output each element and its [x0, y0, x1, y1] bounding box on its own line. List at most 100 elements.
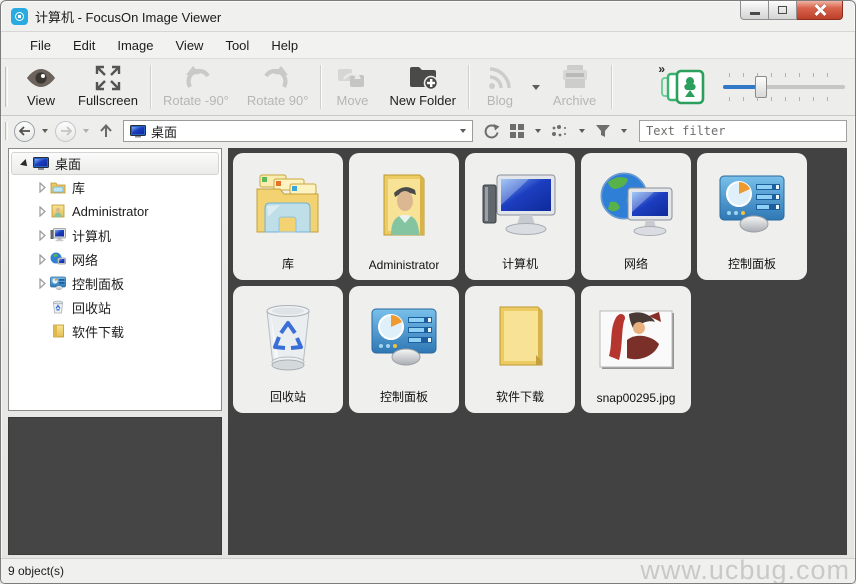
tile-control-panel[interactable]: 控制面板	[697, 153, 807, 280]
tile-libraries[interactable]: 库	[233, 153, 343, 280]
tile-label: 软件下载	[496, 388, 544, 405]
view-button[interactable]: View	[13, 61, 69, 113]
blog-button[interactable]: Blog	[472, 61, 528, 113]
recycle-bin-icon	[233, 286, 343, 388]
tree-collapsed-arrow-icon[interactable]	[35, 254, 49, 265]
fullscreen-icon	[95, 65, 121, 91]
tile-grid: 库 Administrator	[230, 150, 845, 416]
thumbnail-size-slider[interactable]	[723, 67, 845, 107]
chevron-down-icon	[42, 129, 48, 133]
tree-item-label: 网络	[72, 250, 98, 269]
new-folder-button-label: New Folder	[389, 93, 455, 108]
view-mode-button[interactable]	[506, 121, 528, 141]
chevron-down-icon	[579, 129, 585, 133]
minimize-icon	[750, 12, 760, 15]
tree-collapsed-arrow-icon[interactable]	[35, 206, 49, 217]
main-area: 桌面 库 Administrator	[1, 146, 855, 558]
tree-item-label: 控制面板	[72, 274, 124, 293]
move-button-label: Move	[337, 93, 369, 108]
menu-image[interactable]: Image	[106, 34, 164, 57]
tree-item-libraries[interactable]: 库	[9, 175, 221, 199]
slider-ticks	[729, 97, 841, 101]
menu-bar: File Edit Image View Tool Help	[1, 31, 855, 58]
move-folders-icon	[336, 65, 368, 91]
close-button[interactable]	[797, 1, 843, 20]
location-combobox[interactable]: 桌面	[123, 120, 473, 142]
tree-item-computer[interactable]: 计算机	[9, 223, 221, 247]
close-icon	[814, 4, 826, 16]
app-logo-icon	[11, 8, 28, 25]
fullscreen-button-label: Fullscreen	[78, 93, 138, 108]
tile-administrator[interactable]: Administrator	[349, 153, 459, 280]
tree-item-label: 库	[72, 178, 85, 197]
view-mode-dropdown[interactable]	[531, 129, 545, 133]
refresh-button[interactable]	[480, 121, 503, 142]
tree-item-administrator[interactable]: Administrator	[9, 199, 221, 223]
tree-item-desktop[interactable]: 桌面	[11, 152, 219, 175]
archive-button[interactable]: Archive	[544, 61, 605, 113]
recycle-bin-icon	[49, 299, 67, 315]
rotate-cw-button[interactable]: Rotate 90°	[238, 61, 318, 113]
menu-help[interactable]: Help	[260, 34, 309, 57]
libraries-icon	[233, 153, 343, 255]
tree-item-network[interactable]: 网络	[9, 247, 221, 271]
sort-button[interactable]	[548, 122, 572, 140]
menu-edit[interactable]: Edit	[62, 34, 106, 57]
tile-snap-image[interactable]: snap00295.jpg	[581, 286, 691, 413]
sort-dropdown[interactable]	[575, 129, 589, 133]
menu-tool[interactable]: Tool	[214, 34, 260, 57]
move-button[interactable]: Move	[324, 61, 380, 113]
new-folder-icon	[407, 63, 439, 91]
addressbar-gripper[interactable]	[5, 122, 8, 140]
text-filter-input[interactable]	[639, 120, 847, 142]
tree-item-control-panel[interactable]: 控制面板	[9, 271, 221, 295]
tree-expanded-arrow-icon[interactable]	[18, 161, 32, 167]
toolbar-overflow-button[interactable]: »	[658, 62, 665, 76]
minimize-button[interactable]	[740, 1, 769, 20]
control-panel-icon	[49, 275, 67, 291]
tile-software-downloads[interactable]: 软件下载	[465, 286, 575, 413]
toolbar-separator	[320, 65, 321, 109]
filter-dropdown[interactable]	[617, 129, 631, 133]
computer-icon	[49, 227, 67, 243]
folder-icon	[49, 323, 67, 339]
rotate-cw-icon	[264, 65, 292, 91]
up-button[interactable]	[96, 121, 116, 142]
tree-collapsed-arrow-icon[interactable]	[35, 182, 49, 193]
forward-button[interactable]	[55, 121, 76, 142]
chevron-down-icon	[621, 129, 627, 133]
tree-collapsed-arrow-icon[interactable]	[35, 278, 49, 289]
tree-item-recycle-bin[interactable]: 回收站	[9, 295, 221, 319]
tile-recycle-bin[interactable]: 回收站	[233, 286, 343, 413]
control-panel-icon	[697, 153, 807, 255]
computer-icon	[465, 153, 575, 255]
sort-dots-icon	[551, 124, 569, 138]
new-folder-button[interactable]: New Folder	[380, 61, 464, 113]
blog-button-label: Blog	[487, 93, 513, 108]
forward-history-dropdown[interactable]	[79, 129, 93, 133]
folder-icon	[465, 286, 575, 388]
maximize-button[interactable]	[769, 1, 797, 20]
toolbar-gripper[interactable]	[5, 67, 8, 107]
back-history-dropdown[interactable]	[38, 129, 52, 133]
tree-collapsed-arrow-icon[interactable]	[35, 230, 49, 241]
tree-item-software-downloads[interactable]: 软件下载	[9, 319, 221, 343]
menu-file[interactable]: File	[19, 34, 62, 57]
content-area[interactable]: 库 Administrator	[228, 148, 847, 555]
rotate-ccw-button[interactable]: Rotate -90°	[154, 61, 238, 113]
tile-computer[interactable]: 计算机	[465, 153, 575, 280]
menu-view[interactable]: View	[165, 34, 215, 57]
filter-button[interactable]	[592, 122, 614, 140]
back-button[interactable]	[14, 121, 35, 142]
green-photos-icon	[660, 69, 706, 105]
title-bar[interactable]: 计算机 - FocusOn Image Viewer	[1, 1, 855, 31]
tile-control-panel-2[interactable]: 控制面板	[349, 286, 459, 413]
tile-network[interactable]: 网络	[581, 153, 691, 280]
user-folder-icon	[49, 203, 67, 219]
slider-thumb[interactable]	[755, 76, 767, 98]
tree-item-label: 桌面	[55, 154, 81, 173]
tile-label: 控制面板	[728, 255, 776, 272]
slider-ticks	[729, 73, 841, 77]
blog-dropdown-button[interactable]	[528, 61, 544, 113]
fullscreen-button[interactable]: Fullscreen	[69, 61, 147, 113]
